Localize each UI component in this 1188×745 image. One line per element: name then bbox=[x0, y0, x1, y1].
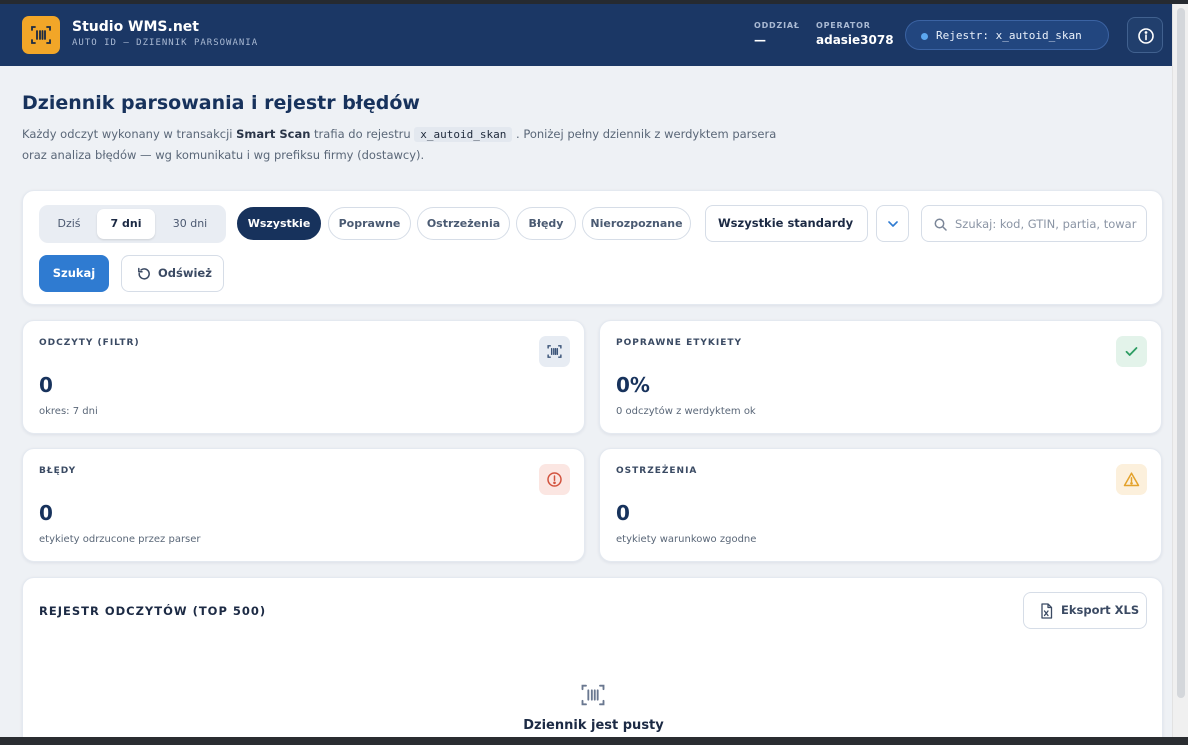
scrollbar-thumb[interactable] bbox=[1177, 8, 1185, 698]
search-input[interactable] bbox=[955, 206, 1143, 241]
desc-registry-code: x_autoid_skan bbox=[414, 127, 513, 142]
page-description: Każdy odczyt wykonany w transakcji Smart… bbox=[22, 124, 822, 165]
alert-circle-icon bbox=[539, 464, 570, 495]
period-today-button[interactable]: Dziś bbox=[47, 209, 91, 239]
standard-select[interactable]: Wszystkie standardy bbox=[705, 205, 868, 242]
desc-text: trafia do rejestru bbox=[310, 127, 415, 141]
stat-value: 0 bbox=[616, 501, 630, 525]
branch-value: — bbox=[754, 33, 766, 47]
search-button[interactable]: Szukaj bbox=[39, 255, 109, 292]
export-button-label: Eksport XLS bbox=[1061, 603, 1140, 617]
page-title: Dziennik parsowania i rejestr błędów bbox=[22, 92, 420, 114]
stat-subtitle: 0 odczytów z werdyktem ok bbox=[616, 406, 756, 417]
period-segmented-control: Dziś 7 dni 30 dni bbox=[39, 205, 226, 243]
stat-value: 0 bbox=[39, 373, 53, 397]
desc-transaction-name: Smart Scan bbox=[236, 127, 311, 141]
empty-state-title: Dziennik jest pusty bbox=[523, 718, 664, 733]
stat-card-warnings: OSTRZEŻENIA 0 etykiety warunkowo zgodne bbox=[599, 448, 1162, 562]
file-spreadsheet-icon bbox=[1041, 603, 1053, 619]
stat-card-errors: BŁĘDY 0 etykiety odrzucone przez parser bbox=[22, 448, 585, 562]
desc-text: . Poniżej pełny dziennik z werdyktem par… bbox=[512, 127, 777, 141]
verdict-valid-chip[interactable]: Poprawne bbox=[328, 207, 411, 240]
registry-badge[interactable]: Rejestr: x_autoid_skan bbox=[905, 20, 1109, 50]
verdict-warnings-chip[interactable]: Ostrzeżenia bbox=[417, 207, 510, 240]
info-button[interactable] bbox=[1127, 17, 1163, 53]
stat-label: ODCZYTY (FILTR) bbox=[39, 338, 140, 348]
branch-label: ODDZIAŁ bbox=[754, 21, 800, 30]
stat-value: 0% bbox=[616, 373, 650, 397]
barcode-icon bbox=[539, 336, 570, 367]
registry-title: REJESTR ODCZYTÓW (TOP 500) bbox=[39, 604, 267, 618]
stat-card-valid: POPRAWNE ETYKIETY 0% 0 odczytów z werdyk… bbox=[599, 320, 1162, 434]
stat-value: 0 bbox=[39, 501, 53, 525]
operator-value: adasie3078 bbox=[816, 33, 894, 47]
refresh-button[interactable]: Odśwież bbox=[121, 255, 224, 292]
stat-subtitle: etykiety odrzucone przez parser bbox=[39, 534, 201, 545]
status-dot-icon bbox=[921, 33, 928, 40]
app-header: Studio WMS.net AUTO ID — DZIENNIK PARSOW… bbox=[0, 4, 1172, 66]
period-7-days-button[interactable]: 7 dni bbox=[97, 209, 155, 239]
barcode-scan-icon bbox=[31, 26, 51, 44]
warning-triangle-icon bbox=[1116, 464, 1147, 495]
standard-select-toggle[interactable] bbox=[876, 205, 909, 242]
filter-panel: Dziś 7 dni 30 dni Wszystkie Poprawne Ost… bbox=[22, 190, 1163, 305]
stat-label: POPRAWNE ETYKIETY bbox=[616, 338, 743, 348]
check-icon bbox=[1116, 336, 1147, 367]
desc-text-line2: oraz analiza błędów — wg komunikatu i wg… bbox=[22, 148, 425, 162]
stat-card-reads: ODCZYTY (FILTR) 0 okres: 7 dni bbox=[22, 320, 585, 434]
registry-badge-label: Rejestr: x_autoid_skan bbox=[936, 29, 1082, 42]
stat-label: BŁĘDY bbox=[39, 466, 77, 476]
search-icon bbox=[934, 218, 947, 231]
info-icon bbox=[1138, 28, 1154, 44]
desc-text: Każdy odczyt wykonany w transakcji bbox=[22, 127, 237, 141]
operator-label: OPERATOR bbox=[816, 21, 871, 30]
refresh-icon bbox=[138, 267, 150, 280]
stat-label: OSTRZEŻENIA bbox=[616, 466, 698, 476]
period-30-days-button[interactable]: 30 dni bbox=[161, 209, 219, 239]
barcode-scan-icon bbox=[581, 684, 605, 706]
chevron-down-icon bbox=[888, 221, 898, 227]
verdict-all-chip[interactable]: Wszystkie bbox=[237, 207, 321, 240]
export-xls-button[interactable]: Eksport XLS bbox=[1023, 592, 1147, 629]
app-logo bbox=[22, 16, 60, 54]
search-field[interactable] bbox=[921, 205, 1147, 242]
registry-panel: REJESTR ODCZYTÓW (TOP 500) Eksport XLS D… bbox=[22, 577, 1163, 745]
stat-subtitle: etykiety warunkowo zgodne bbox=[616, 534, 757, 545]
verdict-errors-chip[interactable]: Błędy bbox=[516, 207, 576, 240]
refresh-button-label: Odśwież bbox=[158, 266, 212, 280]
app-name: Studio WMS.net bbox=[72, 19, 199, 35]
window-bottom-border bbox=[0, 737, 1188, 745]
app-subtitle: AUTO ID — DZIENNIK PARSOWANIA bbox=[72, 38, 259, 48]
verdict-unrecognized-chip[interactable]: Nierozpoznane bbox=[582, 207, 691, 240]
stat-subtitle: okres: 7 dni bbox=[39, 406, 98, 417]
vertical-scrollbar[interactable] bbox=[1172, 4, 1188, 739]
